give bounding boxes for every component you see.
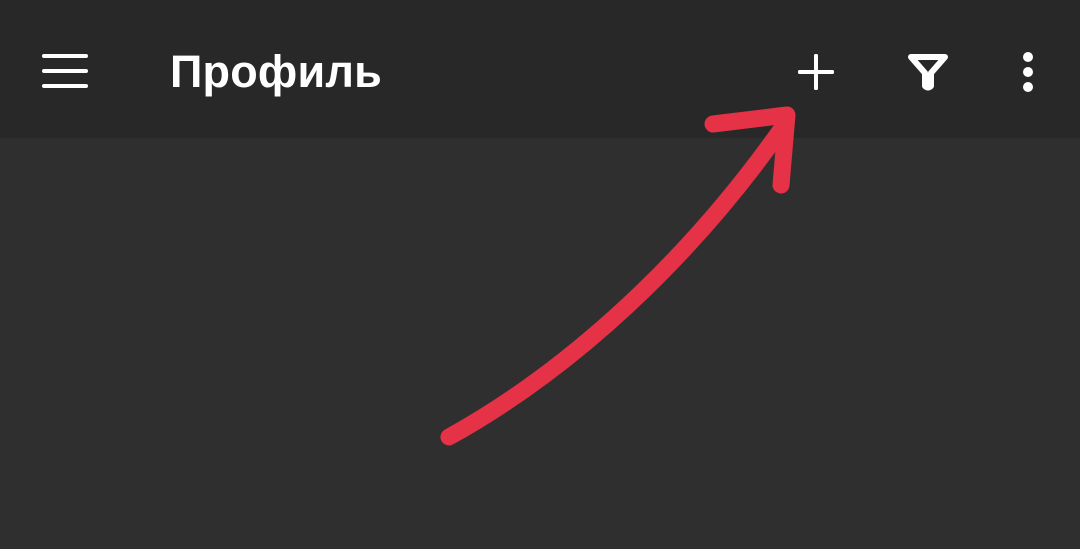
add-button[interactable]: [768, 24, 864, 120]
filter-button[interactable]: [880, 24, 976, 120]
profile-screen: Профиль: [0, 0, 1080, 549]
more-vertical-icon: [1023, 52, 1033, 92]
menu-icon: [42, 54, 88, 88]
more-options-button[interactable]: [980, 24, 1076, 120]
content-area: [0, 138, 1080, 549]
filter-icon: [908, 54, 948, 91]
page-title: Профиль: [170, 46, 383, 97]
menu-button[interactable]: [18, 23, 114, 119]
plus-icon: [798, 54, 834, 90]
app-bar: Профиль: [0, 0, 1080, 138]
